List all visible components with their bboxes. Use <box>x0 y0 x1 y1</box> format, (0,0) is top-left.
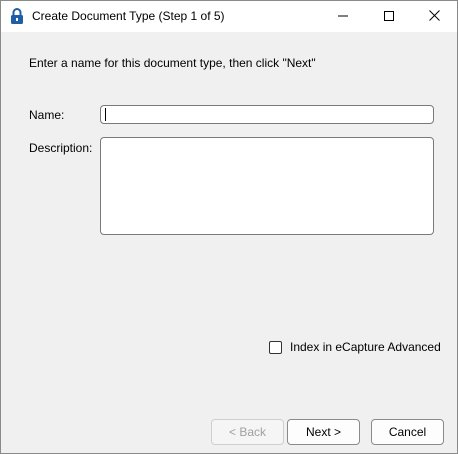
index-checkbox[interactable] <box>269 340 282 354</box>
description-label: Description: <box>29 141 93 155</box>
name-input[interactable] <box>100 105 434 124</box>
instruction-text: Enter a name for this document type, the… <box>29 56 316 70</box>
minimize-button[interactable] <box>320 1 366 32</box>
back-button[interactable]: < Back <box>211 419 284 445</box>
window-title: Create Document Type (Step 1 of 5) <box>32 9 225 23</box>
name-label: Name: <box>29 108 65 122</box>
index-checkbox-row[interactable]: Index in eCapture Advanced <box>269 340 441 354</box>
dialog-window: Create Document Type (Step 1 of 5) Enter… <box>0 0 458 454</box>
padlock-icon <box>10 8 24 25</box>
cancel-button[interactable]: Cancel <box>371 419 444 445</box>
title-bar[interactable]: Create Document Type (Step 1 of 5) <box>1 1 457 32</box>
minimize-icon <box>338 10 348 24</box>
maximize-button[interactable] <box>366 1 412 32</box>
description-input[interactable] <box>100 137 434 235</box>
close-icon <box>428 9 440 24</box>
index-checkbox-label[interactable]: Index in eCapture Advanced <box>290 340 441 354</box>
close-button[interactable] <box>411 1 457 32</box>
text-caret <box>105 108 106 121</box>
maximize-icon <box>384 10 394 24</box>
next-button[interactable]: Next > <box>287 419 360 445</box>
